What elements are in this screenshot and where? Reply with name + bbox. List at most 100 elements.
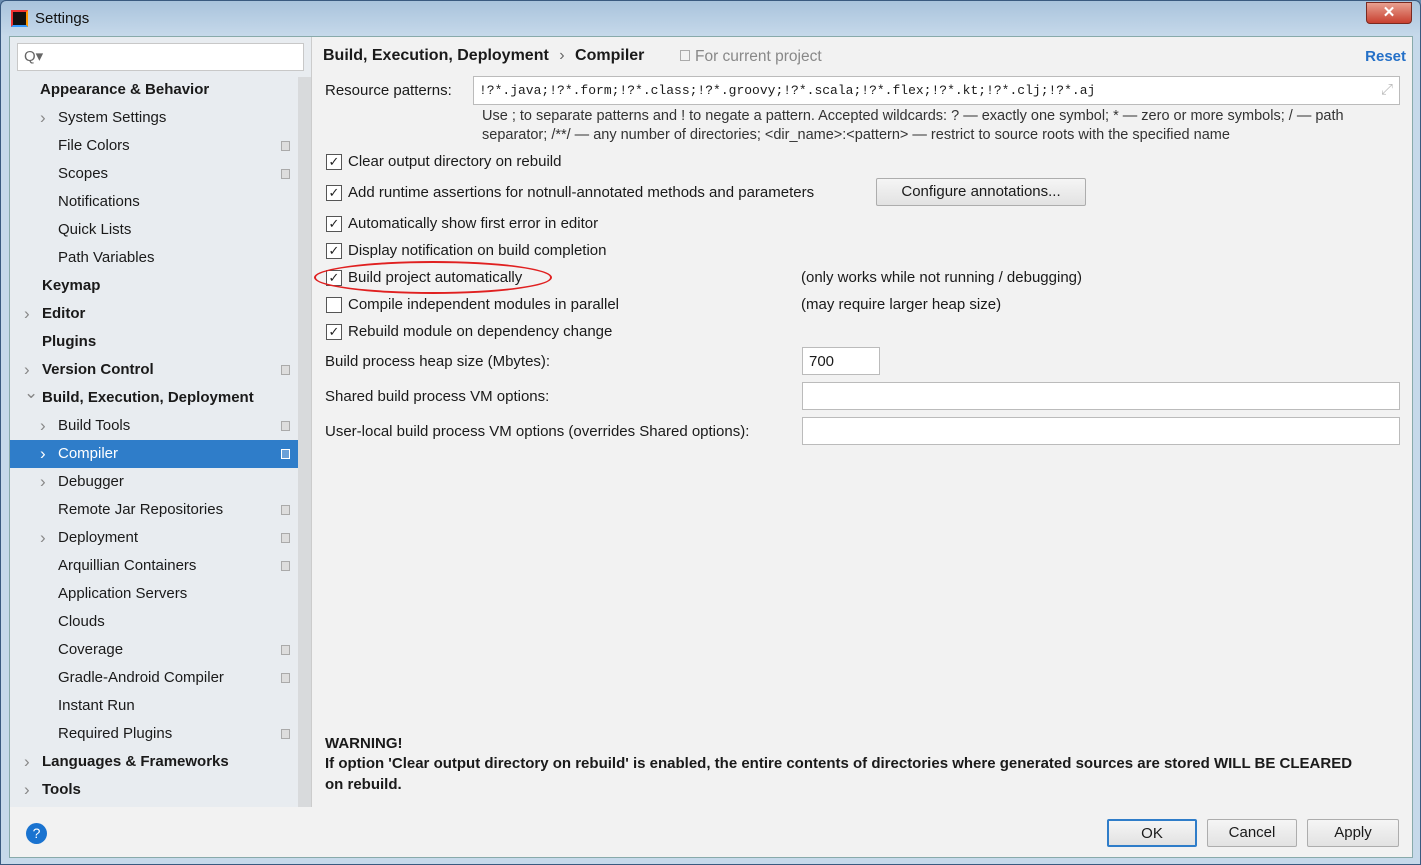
- search-icon: Q▾: [24, 48, 44, 65]
- highlight-annotation: [314, 261, 552, 294]
- sidebar-item-label: Gradle-Android Compiler: [58, 669, 224, 686]
- sidebar-item-label: Required Plugins: [58, 725, 173, 742]
- sidebar-item-label: Application Servers: [58, 585, 188, 602]
- project-scope-icon: [680, 50, 690, 61]
- project-scope-icon: [281, 365, 290, 375]
- checkbox[interactable]: ✓: [326, 185, 342, 201]
- sidebar-item-path-variables[interactable]: Path Variables: [10, 244, 298, 272]
- sidebar-item-system-settings[interactable]: › System Settings: [10, 104, 298, 132]
- sidebar-item-instant-run[interactable]: Instant Run: [10, 692, 298, 720]
- reset-link[interactable]: Reset: [1365, 48, 1406, 65]
- sidebar-item-keymap[interactable]: Keymap: [10, 272, 298, 300]
- sidebar-item-label: Keymap: [42, 277, 101, 294]
- project-scope-icon: [281, 141, 290, 151]
- chevron-right-icon[interactable]: ›: [40, 524, 46, 552]
- sidebar-item-label: Path Variables: [58, 249, 155, 266]
- sidebar-item-required-plugins[interactable]: Required Plugins: [10, 720, 298, 748]
- resource-patterns-input[interactable]: !?*.java;!?*.form;!?*.class;!?*.groovy;!…: [473, 76, 1400, 105]
- checkbox[interactable]: ✓: [326, 324, 342, 340]
- sidebar-item-build-execution-deployment[interactable]: ⌄ Build, Execution, Deployment: [10, 383, 298, 412]
- apply-button[interactable]: Apply: [1307, 819, 1399, 847]
- chevron-right-icon[interactable]: ›: [24, 748, 30, 776]
- breadcrumb: Build, Execution, Deployment › Compiler: [323, 47, 644, 65]
- local-vm-options-input[interactable]: [802, 417, 1400, 445]
- dialog-client: Q▾ Appearance & Behavior › System Settings…: [9, 36, 1413, 858]
- warning-title: WARNING!: [325, 735, 403, 752]
- sidebar-item-arquillian-containers[interactable]: Arquillian Containers: [10, 552, 298, 580]
- project-scope-icon: [281, 729, 290, 739]
- warning-text: If option 'Clear output directory on reb…: [325, 755, 1353, 772]
- checkbox[interactable]: [326, 297, 342, 313]
- sidebar-item-label: Scopes: [58, 165, 109, 182]
- sidebar-scrollbar[interactable]: [298, 77, 311, 807]
- expand-icon[interactable]: ⤢: [1381, 81, 1393, 98]
- sidebar-item-notifications[interactable]: Notifications: [10, 188, 298, 216]
- sidebar-item-file-colors[interactable]: File Colors: [10, 132, 298, 160]
- sidebar-item-remote-jar-repositories[interactable]: Remote Jar Repositories: [10, 496, 298, 524]
- sidebar-item-deployment[interactable]: › Deployment: [10, 524, 298, 552]
- compiler-panel: Build, Execution, Deployment › Compiler …: [311, 37, 1414, 807]
- sidebar-item-label: Tools: [42, 781, 81, 798]
- chevron-right-icon[interactable]: ›: [24, 300, 30, 328]
- option-note: (only works while not running / debuggin…: [801, 269, 1082, 286]
- scope-label: For current project: [680, 48, 822, 66]
- option-label[interactable]: Display notification on build completion: [348, 242, 606, 259]
- project-scope-icon: [281, 645, 290, 655]
- sidebar-item-label: Instant Run: [58, 697, 135, 714]
- chevron-right-icon[interactable]: ›: [40, 440, 46, 468]
- sidebar-item-plugins[interactable]: Plugins: [10, 328, 298, 356]
- shared-vm-options-input[interactable]: [802, 382, 1400, 410]
- help-button[interactable]: ?: [26, 823, 47, 844]
- sidebar-item-build-tools[interactable]: › Build Tools: [10, 412, 298, 440]
- chevron-right-icon[interactable]: ›: [40, 412, 46, 440]
- project-scope-icon: [281, 673, 290, 683]
- cancel-button[interactable]: Cancel: [1207, 819, 1297, 847]
- chevron-right-icon[interactable]: ›: [40, 468, 46, 496]
- sidebar-item-label: File Colors: [58, 137, 130, 154]
- option-label[interactable]: Automatically show first error in editor: [348, 215, 598, 232]
- chevron-down-icon[interactable]: ⌄: [24, 379, 38, 407]
- sidebar-item-label: System Settings: [58, 109, 167, 126]
- settings-tree: Q▾ Appearance & Behavior › System Settings…: [10, 37, 311, 807]
- option-label[interactable]: Add runtime assertions for notnull-annot…: [348, 184, 814, 201]
- checkbox[interactable]: ✓: [326, 243, 342, 259]
- sidebar-item-application-servers[interactable]: Application Servers: [10, 580, 298, 608]
- sidebar-item-editor[interactable]: › Editor: [10, 300, 298, 328]
- checkbox[interactable]: ✓: [326, 216, 342, 232]
- sidebar-item-clouds[interactable]: Clouds: [10, 608, 298, 636]
- sidebar-item-languages-frameworks[interactable]: › Languages & Frameworks: [10, 748, 298, 776]
- heap-size-input[interactable]: 700: [802, 347, 880, 375]
- sidebar-item-compiler[interactable]: › Compiler: [10, 440, 298, 468]
- option-label[interactable]: Compile independent modules in parallel: [348, 296, 619, 313]
- sidebar-item-gradle-android-compiler[interactable]: Gradle-Android Compiler: [10, 664, 298, 692]
- chevron-right-icon[interactable]: ›: [40, 104, 46, 132]
- sidebar-item-scopes[interactable]: Scopes: [10, 160, 298, 188]
- option-label[interactable]: Rebuild module on dependency change: [348, 323, 612, 340]
- settings-window: Settings ✕ Q▾ Appearance & Behavior › Syst…: [0, 0, 1421, 865]
- sidebar-item-quick-lists[interactable]: Quick Lists: [10, 216, 298, 244]
- breadcrumb-parent[interactable]: Build, Execution, Deployment: [323, 47, 549, 64]
- breadcrumb-current: Compiler: [575, 47, 645, 64]
- project-scope-icon: [281, 505, 290, 515]
- sidebar-item-label: Coverage: [58, 641, 124, 658]
- checkbox[interactable]: ✓: [326, 154, 342, 170]
- search-input[interactable]: Q▾: [17, 43, 304, 71]
- project-scope-icon: [281, 449, 290, 459]
- option-label[interactable]: Clear output directory on rebuild: [348, 153, 561, 170]
- sidebar-item-label: Plugins: [42, 333, 97, 350]
- sidebar-item-coverage[interactable]: Coverage: [10, 636, 298, 664]
- project-scope-icon: [281, 421, 290, 431]
- sidebar-item-appearance-behavior[interactable]: Appearance & Behavior: [10, 76, 298, 104]
- ok-button[interactable]: OK: [1107, 819, 1197, 847]
- sidebar-item-tools[interactable]: › Tools: [10, 776, 298, 804]
- resource-hint-line1: Use ; to separate patterns and ! to nega…: [482, 108, 1344, 124]
- chevron-right-icon[interactable]: ›: [24, 776, 30, 804]
- sidebar-item-version-control[interactable]: › Version Control: [10, 356, 298, 384]
- intellij-app-icon: [11, 10, 28, 27]
- close-button[interactable]: ✕: [1366, 2, 1412, 24]
- sidebar-item-label: Compiler: [58, 445, 119, 462]
- heap-size-label: Build process heap size (Mbytes):: [325, 353, 551, 370]
- sidebar-item-debugger[interactable]: › Debugger: [10, 468, 298, 496]
- sidebar-item-label: Notifications: [58, 193, 140, 210]
- configure-annotations-button[interactable]: Configure annotations...: [876, 178, 1086, 206]
